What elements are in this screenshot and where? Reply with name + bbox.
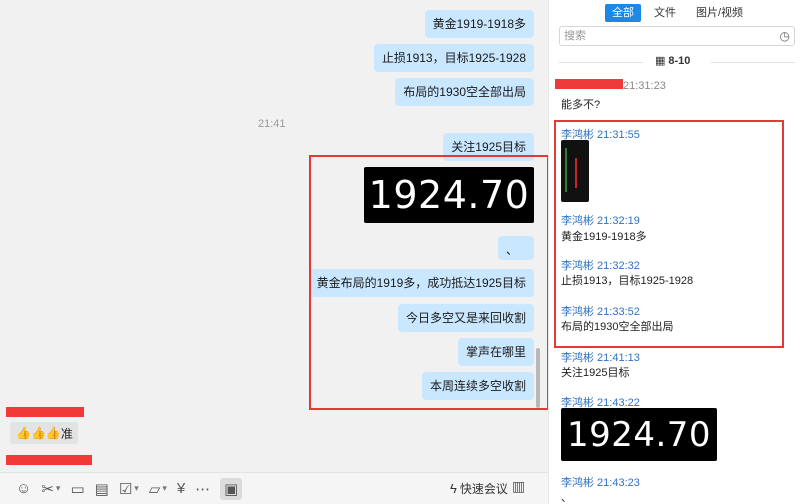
redacted-name: [6, 455, 92, 465]
document-icon[interactable]: ▤: [95, 478, 109, 500]
divider: [711, 62, 795, 63]
highlight-box: [554, 120, 784, 348]
quick-meeting-button[interactable]: ϟ 快速会议: [450, 480, 508, 497]
thumbs-up-emoji: 👍👍👍: [16, 426, 61, 440]
history-panel: 全部 文件 图片/视频 ◷ ▦8-10 21:31:23 能多不? 李鸿彬 21…: [548, 0, 800, 504]
tab-files[interactable]: 文件: [647, 4, 683, 22]
reaction-text: 准: [60, 426, 73, 441]
more-icon[interactable]: ⋯: [195, 478, 210, 500]
screen-share-icon[interactable]: ▣: [220, 477, 243, 500]
chat-panel: 黄金1919-1918多 止损1913，目标1925-1928 布局的1930空…: [0, 0, 549, 504]
checkbox-icon[interactable]: ☑: [119, 478, 139, 500]
redacted-name: [6, 407, 84, 417]
history-text: 关注1925目标: [561, 367, 630, 379]
scrollbar-thumb[interactable]: [536, 348, 540, 408]
history-icon[interactable]: ▥: [512, 478, 525, 495]
message-bubble[interactable]: 黄金1919-1918多: [424, 10, 534, 38]
message-bubble[interactable]: 布局的1930空全部出局: [395, 78, 534, 106]
redacted-name: [555, 79, 623, 89]
tab-media[interactable]: 图片/视频: [689, 4, 750, 22]
history-sender[interactable]: 李鸿彬 21:41:13: [561, 349, 640, 365]
search-input[interactable]: [564, 30, 780, 42]
reaction-message[interactable]: 👍👍👍 准: [10, 422, 78, 444]
history-time: 21:31:23: [623, 80, 666, 92]
highlight-box: [309, 155, 549, 410]
image-icon[interactable]: ▭: [70, 478, 84, 500]
scissors-icon[interactable]: ✂: [41, 478, 60, 500]
clock-icon[interactable]: ◷: [780, 29, 790, 43]
message-bubble[interactable]: 止损1913，目标1925-1928: [373, 44, 534, 72]
search-box: ◷: [559, 26, 795, 46]
history-tabs: 全部 文件 图片/视频: [605, 4, 756, 22]
chat-timestamp: 21:41: [258, 118, 286, 130]
calendar-icon: ▦: [655, 55, 666, 67]
lightning-icon: ϟ: [450, 481, 457, 496]
price-image[interactable]: 1924.70: [561, 408, 717, 461]
tab-all[interactable]: 全部: [605, 4, 641, 22]
history-text: 、: [561, 492, 572, 504]
date-label: 8-10: [668, 55, 691, 67]
folder-icon[interactable]: ▱: [149, 478, 167, 500]
quick-meeting-label: 快速会议: [459, 482, 508, 496]
divider: [559, 62, 643, 63]
date-label-group: ▦ 8-10: [655, 54, 690, 67]
history-text: 能多不?: [561, 99, 601, 111]
history-sender[interactable]: 李鸿彬 21:43:23: [561, 474, 640, 490]
emoji-icon[interactable]: ☺: [16, 478, 31, 500]
date-separator: ▦ 8-10: [559, 54, 795, 70]
yen-icon[interactable]: ¥: [177, 478, 185, 500]
